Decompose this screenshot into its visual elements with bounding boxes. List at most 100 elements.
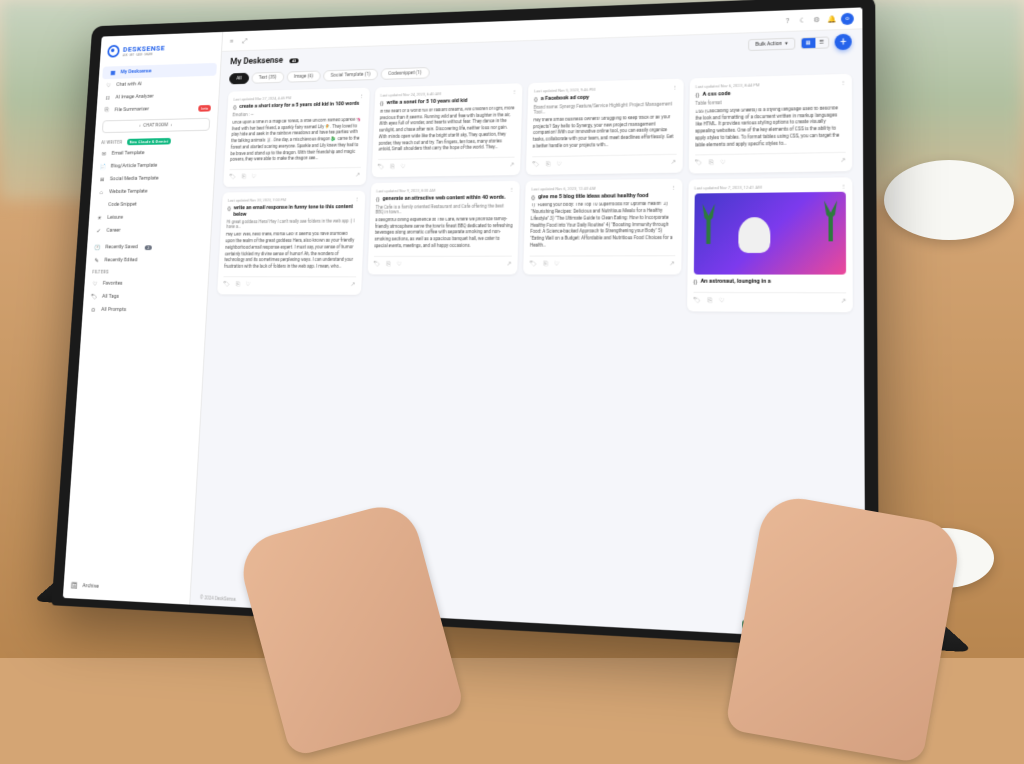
more-icon[interactable]: ⋮	[512, 89, 516, 94]
card-2[interactable]: Last updated Nov 24, 2023, 6:40 AM⋮{}wri…	[371, 83, 522, 177]
heart-icon[interactable]: ♡	[720, 159, 726, 167]
brand-logo[interactable]: DESKSENSE ASK · GET · SAVE · SHARE	[100, 37, 222, 61]
code-icon: {}	[531, 194, 535, 202]
more-icon[interactable]: ⋮	[360, 93, 364, 98]
sidebar-item-archive[interactable]: 🗄 Archive	[63, 578, 190, 598]
moon-icon[interactable]: ☾	[800, 16, 808, 24]
card-actions: 🏷 ⎘ ♡ ↗	[532, 153, 676, 168]
astronaut-illustration	[739, 217, 771, 253]
help-icon[interactable]: ?	[786, 16, 794, 24]
view-toggle[interactable]: ▦ ☰	[800, 36, 829, 49]
card-6[interactable]: Last updated Nov 6, 2023, 8:44 PM⋮{}A cs…	[688, 74, 852, 174]
code-icon: {}	[695, 92, 699, 100]
sidebar-recent-0[interactable]: 🕐Recently Saved2	[87, 240, 211, 254]
copy-icon[interactable]: ⎘	[707, 297, 712, 305]
card-1[interactable]: Last updated Nov 20, 2023, 7:03 PM⋮{}wri…	[217, 191, 365, 295]
add-button[interactable]: +	[835, 34, 852, 51]
chevron-down-icon: ▾	[785, 41, 788, 47]
share-icon[interactable]: ↗	[671, 158, 676, 166]
card-actions: 🏷 ⎘ ♡ ↗	[223, 276, 356, 289]
code-icon: {}	[227, 206, 231, 219]
copy-icon[interactable]: ⎘	[390, 164, 395, 172]
sidebar-writer-6[interactable]: ✓Career	[88, 223, 211, 237]
card-7[interactable]: Last updated Nov 7, 2023, 12:41 AM⋮ {}An…	[687, 178, 853, 313]
menu-icon[interactable]: ≡	[229, 37, 237, 45]
share-icon[interactable]: ↗	[506, 260, 511, 268]
more-icon[interactable]: ⋮	[355, 197, 359, 202]
card-subtitle: Table format	[695, 98, 845, 107]
gear-icon[interactable]: ⚙	[813, 15, 821, 23]
tag-icon[interactable]: 🏷	[229, 174, 236, 182]
card-body: a delightful dining experience at The Ca…	[374, 217, 513, 251]
tag-icon[interactable]: 🏷	[532, 161, 540, 169]
grid-view-icon[interactable]: ▦	[801, 38, 815, 48]
card-actions: 🏷 ⎘ ♡ ↗	[693, 292, 846, 306]
more-icon[interactable]: ⋮	[841, 80, 845, 85]
more-icon[interactable]: ⋮	[841, 184, 845, 189]
heart-icon[interactable]: ♡	[245, 281, 250, 289]
heart-icon[interactable]: ♡	[400, 163, 405, 171]
copy-icon[interactable]: ⎘	[386, 260, 391, 268]
tag-icon[interactable]: 🏷	[695, 160, 703, 168]
tab-3[interactable]: Social Template (1)	[323, 69, 378, 82]
sidebar-primary-3[interactable]: ⎘File Summarizerbeta	[96, 101, 218, 117]
card-actions: 🏷 ⎘ ♡ ↗	[377, 157, 515, 172]
sidebar-filter-2[interactable]: ⊙All Prompts	[82, 303, 206, 317]
list-view-icon[interactable]: ☰	[815, 37, 828, 47]
bell-icon[interactable]: 🔔	[827, 15, 836, 23]
card-title: {}give me 5 blog title ideas about healt…	[531, 192, 675, 201]
sidebar-recent-icon-0: 🕐	[94, 244, 101, 251]
sidebar-primary-icon-1: ♡	[105, 82, 112, 89]
share-icon[interactable]: ↗	[840, 157, 845, 165]
share-icon[interactable]: ↗	[355, 172, 360, 180]
card-title: {}write an email response in funny tone …	[227, 204, 359, 219]
logo-icon	[107, 45, 120, 58]
bulk-action-dropdown[interactable]: Bulk Action ▾	[748, 38, 795, 51]
tag-icon[interactable]: 🏷	[223, 281, 230, 289]
sidebar-filter-0[interactable]: ♡Favorites	[84, 277, 208, 290]
more-icon[interactable]: ⋮	[510, 187, 514, 192]
card-subtitle: Hi great goddess Hera! Hey I can't reall…	[226, 220, 358, 230]
share-icon[interactable]: ↗	[509, 162, 514, 170]
copy-icon[interactable]: ⎘	[709, 159, 714, 167]
card-meta: Last updated Nov 9, 2023, 8:30 AM⋮	[376, 187, 514, 194]
heart-icon[interactable]: ♡	[554, 260, 560, 268]
code-icon: {}	[693, 279, 697, 287]
copy-icon[interactable]: ⎘	[545, 160, 550, 168]
copy-icon[interactable]: ⎘	[235, 281, 240, 289]
chat-room-button[interactable]: ‹ CHAT ROOM ›	[102, 118, 210, 133]
tab-4[interactable]: Codesnippet (1)	[380, 67, 429, 80]
expand-icon[interactable]: ⤢	[242, 37, 250, 45]
heart-icon[interactable]: ♡	[719, 297, 725, 305]
card-actions: 🏷 ⎘ ♡ ↗	[229, 167, 360, 181]
card-meta: Last updated Nov 20, 2023, 7:03 PM⋮	[228, 197, 359, 203]
card-5[interactable]: Last updated Nov 6, 2023, 12:43 AM⋮{}giv…	[523, 178, 682, 274]
share-icon[interactable]: ↗	[669, 260, 674, 268]
card-0[interactable]: Last updated Mar 27, 2024, 4:45 PM⋮{}cre…	[223, 88, 369, 187]
share-icon[interactable]: ↗	[350, 281, 355, 289]
tab-0[interactable]: All	[229, 73, 249, 85]
heart-icon[interactable]: ♡	[396, 260, 401, 268]
share-icon[interactable]: ↗	[841, 298, 847, 306]
tab-1[interactable]: Text (35)	[251, 72, 284, 84]
sidebar-writer-5[interactable]: ☀Leisure	[89, 210, 212, 224]
sidebar-filter-1[interactable]: 🏷All Tags	[83, 290, 207, 304]
card-4[interactable]: Last updated Nov 5, 2023, 9:46 PM⋮{}a Fa…	[526, 79, 683, 175]
tag-icon[interactable]: 🏷	[373, 260, 381, 268]
sidebar-writer-4[interactable]: Code Snippet	[90, 197, 213, 211]
sidebar-recent-1[interactable]: ✎Recently Edited	[86, 254, 210, 267]
tab-2[interactable]: Image (6)	[286, 71, 321, 83]
copy-icon[interactable]: ⎘	[241, 174, 246, 182]
count-badge: 2	[145, 245, 153, 250]
more-icon[interactable]: ⋮	[673, 85, 677, 90]
card-3[interactable]: Last updated Nov 9, 2023, 8:30 AM⋮{}gene…	[367, 181, 520, 274]
sidebar-primary-icon-3: ⎘	[103, 107, 110, 114]
tag-icon[interactable]: 🏷	[693, 297, 701, 305]
copy-icon[interactable]: ⎘	[543, 260, 548, 268]
more-icon[interactable]: ⋮	[671, 184, 675, 189]
user-avatar[interactable]: o	[841, 12, 854, 24]
heart-icon[interactable]: ♡	[556, 160, 562, 168]
heart-icon[interactable]: ♡	[251, 173, 256, 181]
tag-icon[interactable]: 🏷	[377, 164, 385, 172]
tag-icon[interactable]: 🏷	[529, 260, 537, 268]
